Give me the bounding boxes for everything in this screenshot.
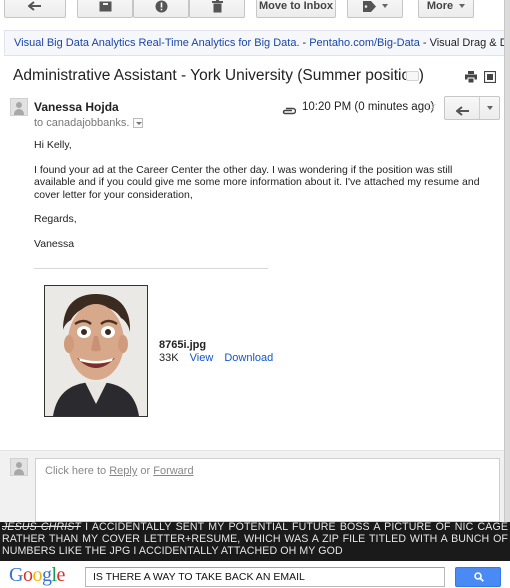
email-subject: Administrative Assistant - York Universi… [13,67,424,84]
recipient-line: to canadajobbanks. [34,117,144,129]
more-button[interactable]: More [418,0,474,18]
recipient-text: to canadajobbanks. [34,117,130,129]
ad-dash: - [302,37,307,49]
greeting: Hi Kelly, [34,139,72,151]
attachment-filename: 8765i.jpg [159,339,207,351]
delete-button[interactable] [189,0,245,18]
ad-link[interactable]: Visual Big Data Analytics Real-Time Anal… [14,37,300,49]
reply-prefix: Click here to [45,465,110,477]
chevron-down-icon [381,4,388,8]
back-arrow-icon [28,1,42,11]
attachment-meta: 33K View Download [159,352,273,364]
forward-link[interactable]: Forward [153,465,193,477]
archive-button[interactable] [77,0,133,18]
gmail-window: Move to Inbox More Visual Big Data Analy… [0,0,510,522]
important-marker-icon[interactable] [406,71,419,81]
labels-button[interactable] [347,0,403,18]
caption-text: JESUS CHRIST I ACCIDENTALLY SENT MY POTE… [2,521,508,557]
google-logo: Google [9,563,65,587]
spam-icon [155,0,168,13]
ad-rest: - Visual Drag & Drop U [422,37,509,49]
download-link[interactable]: Download [224,352,273,364]
move-to-inbox-button[interactable]: Move to Inbox [256,0,336,18]
chevron-down-icon[interactable] [487,106,493,110]
body-paragraph: I found your ad at the Career Center the… [34,163,480,201]
sender-avatar [10,98,28,116]
reply-arrow-icon [455,103,470,121]
print-icon[interactable] [465,70,477,84]
attachment-divider [34,268,268,269]
paperclip-icon [282,102,297,120]
reply-prompt: Click here to Reply or Forward [45,465,194,477]
new-window-icon[interactable] [483,70,497,84]
archive-icon [99,1,112,12]
label-tag-icon [362,0,376,12]
user-avatar [10,458,28,476]
scrollbar[interactable] [504,0,510,522]
chevron-down-icon [459,4,466,8]
logo-letter: o [32,564,42,586]
reply-link[interactable]: Reply [109,465,137,477]
star-icon[interactable]: ☆ [424,97,437,115]
logo-letter: e [56,564,66,586]
caption-strikethrough: JESUS CHRIST [2,521,81,533]
google-search-input[interactable]: IS THERE A WAY TO TAKE BACK AN EMAIL [85,567,445,587]
back-button[interactable] [4,0,66,18]
ad-url[interactable]: Pentaho.com/Big-Data [309,37,420,49]
sender-name[interactable]: Vanessa Hojda [34,100,119,114]
move-to-inbox-label: Move to Inbox [259,0,333,12]
google-search-button[interactable] [455,567,501,587]
toolbar: Move to Inbox More [0,0,504,22]
timestamp: 10:20 PM (0 minutes ago) [302,101,435,113]
show-details-icon[interactable] [133,118,144,128]
attachment-size: 33K [159,352,179,364]
closing: Regards, [34,213,77,225]
attachment-thumbnail[interactable] [44,285,148,417]
ad-bar[interactable]: Visual Big Data Analytics Real-Time Anal… [4,30,510,56]
report-spam-button[interactable] [133,0,189,18]
more-label: More [426,0,454,12]
email-body: Hi Kelly, I found your ad at the Career … [34,139,494,262]
trash-icon [211,0,223,13]
signature: Vanessa [34,237,75,250]
view-link[interactable]: View [190,352,214,364]
reply-divider [479,97,480,119]
reply-button[interactable] [444,96,500,120]
logo-letter: G [9,564,23,586]
reply-or: or [137,465,154,477]
face-photo [45,286,147,416]
